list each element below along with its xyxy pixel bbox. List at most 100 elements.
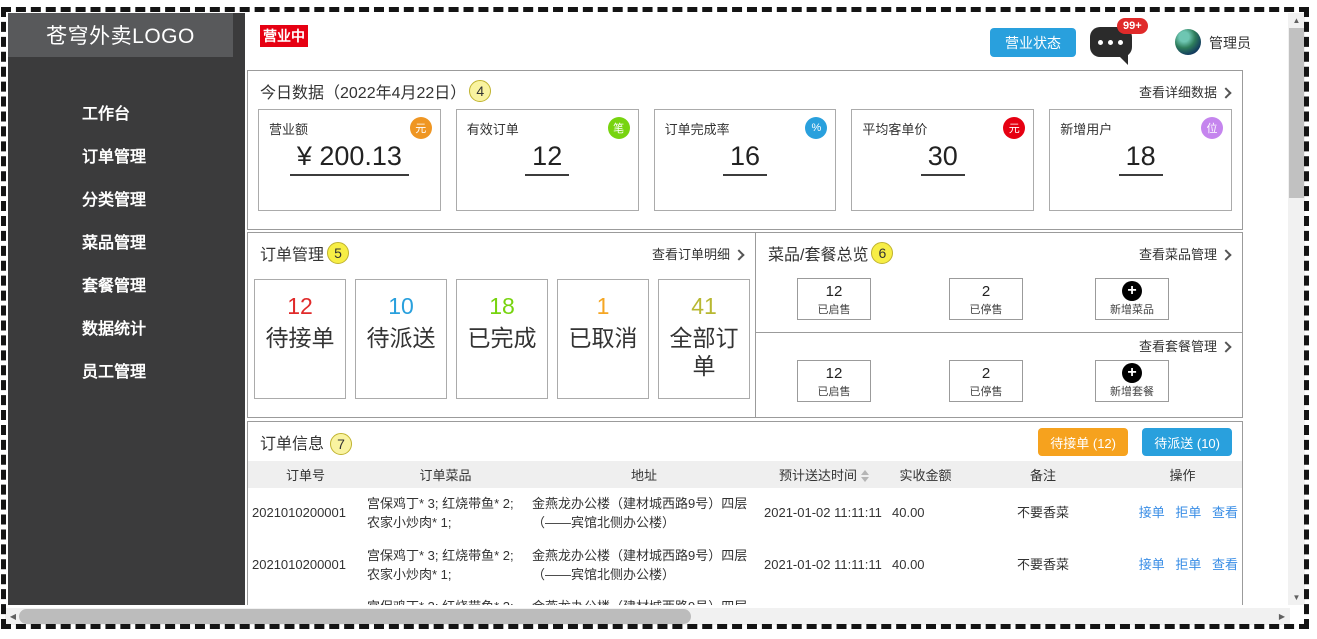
scroll-right-arrow-icon[interactable]: ▶: [1274, 608, 1290, 625]
sidebar-item-statistics[interactable]: 数据统计: [8, 308, 245, 351]
order-mgmt-title: 订单管理: [260, 247, 325, 264]
col-actions: 操作: [1123, 461, 1242, 488]
view-combo-mgmt-link[interactable]: 查看套餐管理: [1139, 336, 1232, 355]
dishes-cell: 宫保鸡丁* 3; 红烧带鱼* 2; 农家小炒肉* 1;: [367, 547, 514, 582]
business-open-badge: 营业中: [260, 25, 308, 47]
col-order-no: 订单号: [248, 461, 363, 488]
avatar[interactable]: [1175, 29, 1201, 55]
address-cell: 金燕龙办公楼（建材城西路9号）四层（——宾馆北侧办公楼）: [528, 591, 760, 605]
stat-value: ¥ 200.13: [289, 141, 409, 176]
scroll-down-arrow-icon[interactable]: ▼: [1288, 590, 1305, 605]
view-order-link[interactable]: 查看: [1212, 505, 1238, 520]
combo-off-sale-box[interactable]: 2 已停售: [949, 360, 1023, 402]
sort-icon[interactable]: [861, 470, 869, 482]
sidebar-item-orders[interactable]: 订单管理: [8, 136, 245, 179]
horizontal-scrollbar-thumb[interactable]: [19, 609, 691, 624]
sidebar-item-combos[interactable]: 套餐管理: [8, 265, 245, 308]
col-delivery-time[interactable]: 预计送达时间: [760, 461, 888, 488]
order-card-pending-dispatch[interactable]: 10 待派送: [355, 279, 447, 399]
unit-badge-users: 位: [1200, 117, 1223, 139]
table-header-row: 订单号 订单菜品 地址 预计送达时间 实收金额 备注 操作: [248, 461, 1242, 488]
remark-cell: 不要香菜: [963, 591, 1123, 605]
accept-order-link[interactable]: 接单: [1139, 557, 1165, 572]
col-amount: 实收金额: [888, 461, 963, 488]
business-status-button[interactable]: 营业状态: [990, 28, 1076, 57]
stat-card-valid-orders: 有效订单 笔 12: [455, 109, 639, 211]
view-order-detail-link[interactable]: 查看订单明细: [652, 244, 745, 263]
dish-off-sale-box[interactable]: 2 已停售: [949, 278, 1023, 320]
chevron-right-icon: [1220, 86, 1232, 99]
step-badge-4: 4: [469, 80, 492, 102]
chevron-right-icon: [733, 248, 745, 261]
add-dish-button[interactable]: + 新增菜品: [1095, 278, 1169, 320]
accept-order-link[interactable]: 接单: [1139, 505, 1165, 520]
scroll-up-arrow-icon[interactable]: ▲: [1288, 13, 1305, 28]
time-cell: 2021-01-02 11:11:11: [764, 557, 882, 573]
unit-badge-yuan-red: 元: [1003, 117, 1026, 139]
unit-badge-percent: %: [805, 117, 828, 139]
time-cell: 2021-01-02 11:11:11: [764, 505, 882, 521]
order-card-pending-accept[interactable]: 12 待接单: [254, 279, 346, 399]
vertical-scrollbar-thumb[interactable]: [1289, 28, 1304, 198]
stat-value: 12: [525, 141, 570, 176]
app-logo: 苍穹外卖LOGO: [8, 13, 233, 57]
amount-cell: 40.00: [892, 557, 925, 573]
unit-badge-count: 笔: [607, 117, 630, 139]
chevron-right-icon: [1220, 341, 1232, 353]
view-dish-mgmt-link[interactable]: 查看菜品管理: [1139, 244, 1232, 263]
order-card-completed[interactable]: 18 已完成: [456, 279, 548, 399]
time-cell: 2021-01-02 11:11:11: [760, 591, 888, 605]
overview-row: 订单管理 5 查看订单明细 12 待接单 10 待派送 18 已完成 1 已取消…: [247, 232, 1243, 418]
order-no-cell: 2021010200001: [248, 591, 363, 605]
remark-cell: 不要香菜: [1016, 557, 1069, 573]
stat-card-revenue: 营业额 元 ¥ 200.13: [258, 109, 441, 211]
notification-count-badge: 99+: [1117, 18, 1148, 34]
address-cell: 金燕龙办公楼（建材城西路9号）四层（——宾馆北侧办公楼）: [532, 496, 748, 530]
stat-card-completion-rate: 订单完成率 % 16: [653, 109, 837, 211]
today-panel-title: 今日数据（2022年4月22日）: [260, 85, 467, 102]
col-dishes: 订单菜品: [363, 461, 528, 488]
orders-table: 订单号 订单菜品 地址 预计送达时间 实收金额 备注 操作 2021010200…: [248, 461, 1242, 605]
view-order-link[interactable]: 查看: [1212, 557, 1238, 572]
table-row: 2021010200001 宫保鸡丁* 3; 红烧带鱼* 2; 农家小炒肉* 1…: [248, 540, 1242, 592]
user-name: 管理员: [1209, 35, 1251, 51]
step-badge-5: 5: [327, 242, 350, 264]
horizontal-scrollbar[interactable]: ◀ ▶: [5, 608, 1290, 625]
view-detail-data-link[interactable]: 查看详细数据: [1139, 82, 1232, 101]
sidebar-item-categories[interactable]: 分类管理: [8, 179, 245, 222]
order-status-cards: 12 待接单 10 待派送 18 已完成 1 已取消 41 全部订单: [254, 279, 750, 399]
pending-accept-filter-button[interactable]: 待接单 (12): [1038, 428, 1128, 456]
remark-cell: 不要香菜: [1016, 505, 1069, 521]
order-card-all[interactable]: 41 全部订单: [658, 279, 750, 399]
address-cell: 金燕龙办公楼（建材城西路9号）四层（——宾馆北侧办公楼）: [532, 547, 748, 582]
col-address: 地址: [528, 461, 760, 488]
reject-order-link[interactable]: 拒单: [1175, 505, 1201, 520]
col-remark: 备注: [963, 461, 1123, 488]
order-info-panel: 订单信息 7 待接单 (12) 待派送 (10) 订单号 订单菜品 地址 预计送达…: [247, 421, 1243, 605]
today-data-panel: 今日数据（2022年4月22日） 4 查看详细数据 营业额 元 ¥ 200.13…: [247, 70, 1243, 230]
sidebar-item-dishes[interactable]: 菜品管理: [8, 222, 245, 265]
stat-value: 18: [1118, 141, 1163, 176]
table-row: 2021010200001 宫保鸡丁* 3; 红烧带鱼* 2; 农家小炒肉* 1…: [248, 488, 1242, 540]
pending-dispatch-filter-button[interactable]: 待派送 (10): [1142, 428, 1232, 456]
plus-icon: +: [1122, 363, 1142, 383]
chevron-right-icon: [1220, 248, 1232, 261]
reject-order-link[interactable]: 拒单: [1175, 557, 1201, 572]
top-bar: 营业中 营业状态 99+ 管理员: [245, 13, 1288, 70]
add-combo-button[interactable]: + 新增套餐: [1095, 360, 1169, 402]
stat-card-avg-price: 平均客单价 元 30: [851, 109, 1035, 211]
dish-on-sale-box[interactable]: 12 已启售: [797, 278, 871, 320]
sidebar-item-workbench[interactable]: 工作台: [8, 93, 245, 136]
sidebar-item-employees[interactable]: 员工管理: [8, 351, 245, 394]
order-info-title: 订单信息 7: [260, 430, 353, 455]
order-card-cancelled[interactable]: 1 已取消: [557, 279, 649, 399]
amount-cell: 40.00: [892, 505, 925, 521]
vertical-scrollbar[interactable]: ▲ ▼: [1288, 13, 1305, 605]
sidebar: 苍穹外卖LOGO 工作台 订单管理 分类管理 菜品管理 套餐管理 数据统计 员工…: [8, 13, 245, 605]
dishes-cell: 宫保鸡丁* 3; 红烧带鱼* 2; 农家小炒肉* 1;: [363, 591, 528, 605]
combo-on-sale-box[interactable]: 12 已启售: [797, 360, 871, 402]
dish-combo-overview-section: 菜品/套餐总览 6 查看菜品管理 12 已启售 2 已停售 + 新增菜品 查看套…: [756, 233, 1242, 417]
table-row: 2021010200001 宫保鸡丁* 3; 红烧带鱼* 2; 农家小炒肉* 1…: [248, 591, 1242, 605]
stat-value: 16: [722, 141, 768, 176]
sidebar-menu: 工作台 订单管理 分类管理 菜品管理 套餐管理 数据统计 员工管理: [8, 93, 245, 394]
